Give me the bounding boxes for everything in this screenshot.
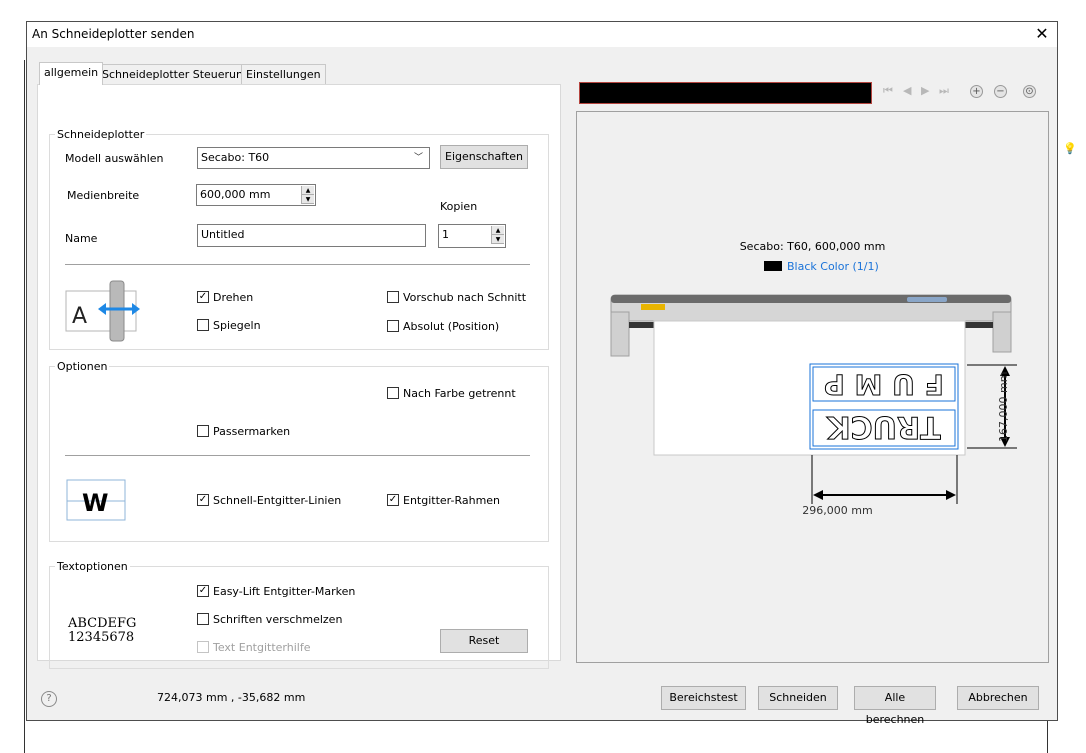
- name-value: Untitled: [201, 228, 245, 241]
- options-group-legend: Optionen: [57, 360, 108, 373]
- easy-lift-label: Easy-Lift Entgitter-Marken: [213, 585, 356, 598]
- zoom-in-icon[interactable]: +: [970, 85, 983, 98]
- previous-page-icon[interactable]: ◀: [903, 84, 911, 97]
- spin-up-icon[interactable]: ▲: [492, 226, 504, 235]
- window-title: An Schneideplotter senden: [32, 27, 195, 41]
- copies-spinner[interactable]: ▲ ▼: [491, 226, 504, 244]
- design-text-top: F U M P: [824, 368, 944, 401]
- font-sample: ABCDEFG 12345678: [68, 617, 136, 645]
- text-weed-label: Text Entgitterhilfe: [213, 641, 311, 654]
- name-label: Name: [65, 232, 98, 245]
- help-icon[interactable]: ?: [41, 691, 57, 707]
- next-page-icon[interactable]: ▶: [921, 84, 929, 97]
- send-to-plotter-dialog: An Schneideplotter senden ✕ allgemein Sc…: [26, 21, 1058, 726]
- cursor-coordinates: 724,073 mm , -35,682 mm: [157, 691, 306, 704]
- text-options-group-legend: Textoptionen: [57, 560, 128, 573]
- plotter-group-legend: Schneideplotter: [57, 128, 145, 141]
- mirror-label: Spiegeln: [213, 319, 261, 332]
- weed-frame-label: Entgitter-Rahmen: [403, 494, 501, 507]
- absolute-position-label: Absolut (Position): [403, 320, 500, 333]
- rotate-media-icon: A: [65, 280, 140, 342]
- divider: [65, 264, 530, 265]
- merge-fonts-checkbox[interactable]: [197, 613, 209, 625]
- rotate-label: Drehen: [213, 291, 254, 304]
- absolute-position-checkbox[interactable]: [387, 320, 399, 332]
- font-sample-letters: ABCDEFG: [68, 616, 137, 631]
- registration-marks-label: Passermarken: [213, 425, 291, 438]
- weed-lines-checkbox[interactable]: ✓: [197, 494, 209, 506]
- reset-button[interactable]: Reset: [440, 629, 528, 653]
- preview-pane: Secabo: T60, 600,000 mm Black Color (1/1…: [576, 111, 1049, 663]
- chevron-down-icon: ﹀: [413, 153, 423, 163]
- rotate-checkbox[interactable]: ✓: [197, 291, 209, 303]
- zoom-fit-icon[interactable]: ⊙: [1023, 85, 1036, 98]
- copies-label: Kopien: [440, 200, 478, 213]
- feed-after-cut-checkbox[interactable]: [387, 291, 399, 303]
- width-dimension-label: 296,000 mm: [802, 504, 873, 517]
- registration-marks-checkbox[interactable]: [197, 425, 209, 437]
- model-select-value: Secabo: T60: [201, 151, 270, 164]
- weed-lines-icon: W: [66, 479, 126, 521]
- title-bar: An Schneideplotter senden ✕: [27, 22, 1057, 47]
- height-dimension-label: 167,000 mm: [997, 371, 1010, 442]
- properties-button[interactable]: Eigenschaften: [440, 145, 528, 169]
- weed-frame-checkbox[interactable]: ✓: [387, 494, 399, 506]
- calculate-all-button[interactable]: Alle berechnen: [854, 686, 936, 726]
- rotate-icon-letter: A: [72, 304, 87, 329]
- tab-panel-general: Schneideplotter Modell auswählen Secabo:…: [37, 84, 561, 669]
- tab-einstellungen[interactable]: Einstellungen: [241, 64, 326, 85]
- media-width-label: Medienbreite: [67, 189, 140, 202]
- by-color-checkbox[interactable]: [387, 387, 399, 399]
- zoom-out-icon[interactable]: −: [994, 85, 1007, 98]
- tab-allgemein[interactable]: allgemein: [39, 62, 104, 85]
- media-width-value: 600,000 mm: [200, 188, 271, 201]
- last-page-icon[interactable]: ⏭: [939, 84, 949, 98]
- spin-down-icon[interactable]: ▼: [302, 195, 314, 204]
- tab-plotter-steuerung[interactable]: Schneideplotter Steuerung: [97, 64, 255, 85]
- divider: [65, 455, 530, 456]
- copies-stepper[interactable]: 1 ▲ ▼: [438, 224, 506, 248]
- text-weed-checkbox[interactable]: [197, 641, 209, 653]
- name-field[interactable]: Untitled: [197, 224, 426, 247]
- spin-up-icon[interactable]: ▲: [302, 186, 314, 195]
- area-test-button[interactable]: Bereichstest: [661, 686, 746, 710]
- first-page-icon[interactable]: ⏮: [883, 84, 893, 98]
- cut-button[interactable]: Schneiden: [758, 686, 838, 710]
- mirror-checkbox[interactable]: [197, 319, 209, 331]
- close-icon[interactable]: ✕: [1027, 22, 1057, 47]
- design-text-bottom: TRUCK: [826, 409, 941, 444]
- by-color-label: Nach Farbe getrennt: [403, 387, 516, 400]
- cancel-button[interactable]: Abbrechen: [957, 686, 1039, 710]
- feed-after-cut-label: Vorschub nach Schnitt: [403, 291, 527, 304]
- media-width-spinner[interactable]: ▲ ▼: [301, 186, 314, 204]
- plotter-preview-drawing: F U M P TRUCK: [610, 294, 1017, 504]
- media-width-stepper[interactable]: 600,000 mm ▲ ▼: [196, 184, 316, 206]
- spin-down-icon[interactable]: ▼: [492, 235, 504, 244]
- merge-fonts-label: Schriften verschmelzen: [213, 613, 343, 626]
- model-label: Modell auswählen: [65, 152, 164, 165]
- copies-value: 1: [442, 228, 449, 241]
- easy-lift-checkbox[interactable]: ✓: [197, 585, 209, 597]
- lightbulb-icon: 💡: [1063, 142, 1077, 155]
- font-sample-digits: 12345678: [68, 630, 135, 645]
- weed-icon-letter: W: [82, 489, 108, 517]
- model-select[interactable]: Secabo: T60 ﹀: [197, 147, 430, 169]
- color-progress-bar: [579, 82, 872, 104]
- weed-lines-label: Schnell-Entgitter-Linien: [213, 494, 342, 507]
